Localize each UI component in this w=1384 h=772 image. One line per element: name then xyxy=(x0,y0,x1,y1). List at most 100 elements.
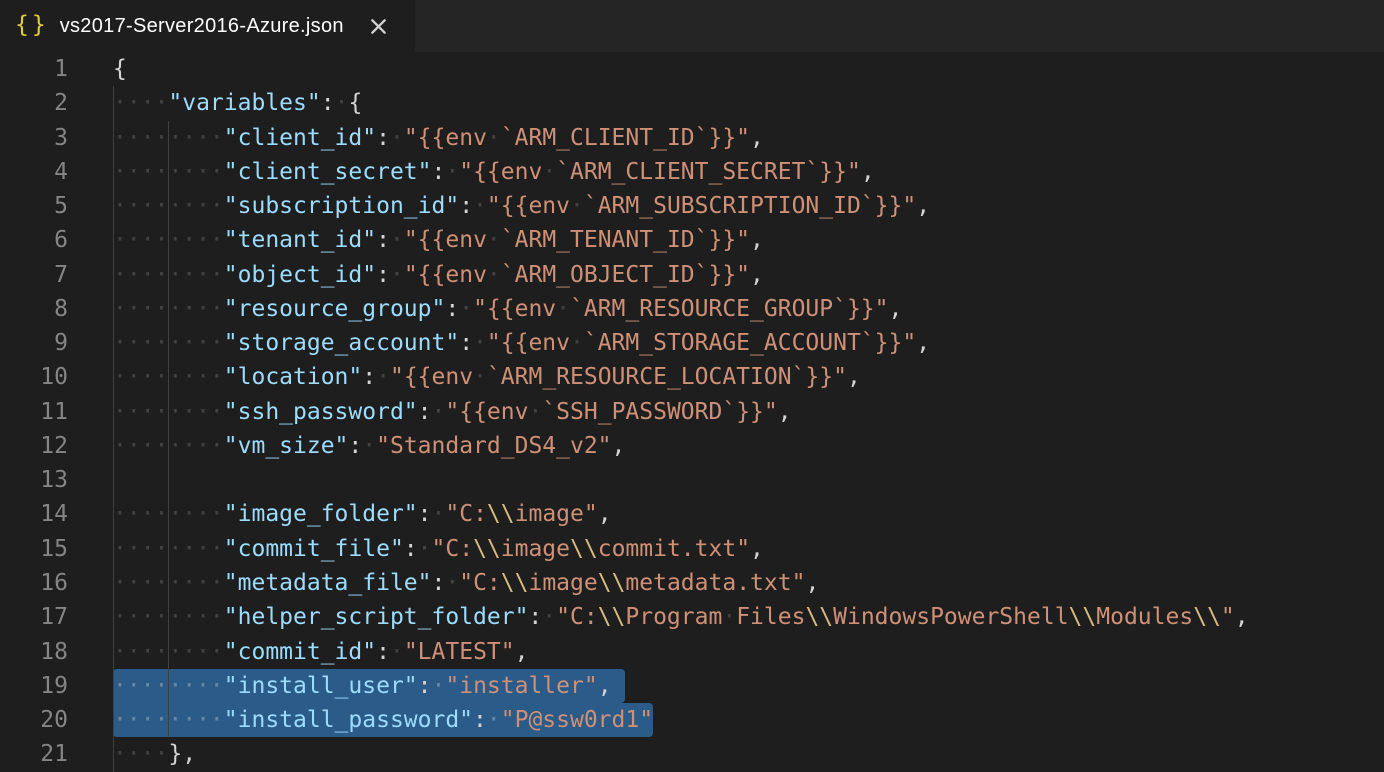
code-token: "metadata_file" xyxy=(224,570,432,596)
code-token: "client_secret" xyxy=(224,159,432,185)
code-line-9[interactable]: 9········"storage_account":·"{{env·`ARM_… xyxy=(0,326,1384,360)
code-text[interactable]: ········"helper_script_folder":·"C:\\Pro… xyxy=(113,600,1249,634)
whitespace-dots: · xyxy=(432,673,446,699)
line-number: 4 xyxy=(0,155,68,189)
code-line-3[interactable]: 3········"client_id":·"{{env·`ARM_CLIENT… xyxy=(0,121,1384,155)
code-token: : xyxy=(418,673,432,699)
code-line-15[interactable]: 15········"commit_file":·"C:\\image\\com… xyxy=(0,532,1384,566)
whitespace-dots: · xyxy=(390,125,404,151)
code-text[interactable]: ········"client_secret":·"{{env·`ARM_CLI… xyxy=(113,155,875,189)
code-token: `ARM_TENANT_ID`}}" xyxy=(501,227,750,253)
code-text[interactable]: ········"resource_group":·"{{env·`ARM_RE… xyxy=(113,292,902,326)
code-token: , xyxy=(598,501,612,527)
whitespace-dots: ········ xyxy=(113,536,224,562)
code-line-1[interactable]: 1{ xyxy=(0,52,1384,86)
code-token: : xyxy=(348,433,362,459)
code-token: "ssh_password" xyxy=(224,399,418,425)
code-text[interactable]: ········"storage_account":·"{{env·`ARM_S… xyxy=(113,326,930,360)
code-text[interactable]: ····}, xyxy=(113,737,196,771)
code-editor[interactable]: 1{2····"variables":·{3········"client_id… xyxy=(0,52,1384,772)
code-text[interactable]: ········"location":·"{{env·`ARM_RESOURCE… xyxy=(113,360,861,394)
code-text[interactable]: { xyxy=(113,52,127,86)
code-text[interactable]: ········"tenant_id":·"{{env·`ARM_TENANT_… xyxy=(113,223,764,257)
code-token: "{{env xyxy=(473,296,556,322)
code-line-10[interactable]: 10········"location":·"{{env·`ARM_RESOUR… xyxy=(0,360,1384,394)
code-token: "helper_script_folder" xyxy=(224,604,529,630)
line-number: 16 xyxy=(0,566,68,600)
whitespace-dots: · xyxy=(445,159,459,185)
code-token: "C: xyxy=(459,570,501,596)
code-token: `SSH_PASSWORD`}}" xyxy=(542,399,777,425)
whitespace-dots: · xyxy=(570,330,584,356)
code-token: \\ xyxy=(487,501,515,527)
whitespace-dots: ········ xyxy=(113,227,224,253)
code-text[interactable]: ········"commit_file":·"C:\\image\\commi… xyxy=(113,532,764,566)
whitespace-dots: · xyxy=(542,159,556,185)
whitespace-dots: ········ xyxy=(113,125,224,151)
code-text[interactable]: ········"image_folder":·"C:\\image", xyxy=(113,497,612,531)
code-token: : xyxy=(432,570,446,596)
code-text[interactable]: ········"ssh_password":·"{{env·`SSH_PASS… xyxy=(113,395,792,429)
whitespace-dots: · xyxy=(487,125,501,151)
code-line-7[interactable]: 7········"object_id":·"{{env·`ARM_OBJECT… xyxy=(0,258,1384,292)
code-token: "C: xyxy=(445,501,487,527)
code-line-12[interactable]: 12········"vm_size":·"Standard_DS4_v2", xyxy=(0,429,1384,463)
code-token: "{{env xyxy=(404,227,487,253)
code-text[interactable]: ········"install_user":·"installer", xyxy=(113,669,612,703)
code-line-21[interactable]: 21 ····}, xyxy=(0,737,1384,771)
code-token: \\ xyxy=(1069,604,1097,630)
code-line-2[interactable]: 2····"variables":·{ xyxy=(0,86,1384,120)
code-token: Files xyxy=(736,604,805,630)
code-token: "installer" xyxy=(445,673,597,699)
code-token: `ARM_RESOURCE_GROUP`}}" xyxy=(570,296,889,322)
code-line-4[interactable]: 4········"client_secret":·"{{env·`ARM_CL… xyxy=(0,155,1384,189)
whitespace-dots: · xyxy=(335,90,349,116)
tab-close-button[interactable] xyxy=(368,15,390,37)
code-text[interactable]: ········"install_password":·"P@ssw0rd1" xyxy=(113,703,653,737)
whitespace-dots: ········ xyxy=(113,570,224,596)
code-token: commit.txt" xyxy=(598,536,750,562)
whitespace-dots: ········ xyxy=(113,399,224,425)
whitespace-dots: · xyxy=(473,364,487,390)
tab-vs2017-server2016-azure-json[interactable]: {} vs2017-Server2016-Azure.json xyxy=(0,0,415,52)
code-token: `ARM_STORAGE_ACCOUNT`}}" xyxy=(584,330,916,356)
code-line-6[interactable]: 6 ········"tenant_id":·"{{env·`ARM_TENANT… xyxy=(0,223,1384,257)
code-line-5[interactable]: 5········"subscription_id":·"{{env·`ARM_… xyxy=(0,189,1384,223)
whitespace-dots: · xyxy=(432,501,446,527)
code-token: "C: xyxy=(432,536,474,562)
code-line-19[interactable]: 19········"install_user":·"installer", xyxy=(0,669,1384,703)
whitespace-dots: · xyxy=(487,227,501,253)
code-line-20[interactable]: 20········"install_password":·"P@ssw0rd1… xyxy=(0,703,1384,737)
code-text[interactable]: ········"client_id":·"{{env·`ARM_CLIENT_… xyxy=(113,121,764,155)
code-token: image xyxy=(501,536,570,562)
code-text[interactable]: ········"vm_size":·"Standard_DS4_v2", xyxy=(113,429,625,463)
code-token: "resource_group" xyxy=(224,296,446,322)
code-text[interactable]: ········"commit_id":·"LATEST", xyxy=(113,635,528,669)
code-line-11[interactable]: 11 ········"ssh_password":·"{{env·`SSH_PA… xyxy=(0,395,1384,429)
code-text[interactable]: ········"object_id":·"{{env·`ARM_OBJECT_… xyxy=(113,258,764,292)
line-number: 1 xyxy=(0,52,68,86)
code-token: metadata.txt" xyxy=(625,570,805,596)
line-number: 11 xyxy=(0,395,68,429)
line-number: 6 xyxy=(0,223,68,257)
code-line-16[interactable]: 16········"metadata_file":·"C:\\image\\m… xyxy=(0,566,1384,600)
code-token: "{{env xyxy=(487,193,570,219)
code-token: image" xyxy=(515,501,598,527)
code-line-14[interactable]: 14········"image_folder":·"C:\\image", xyxy=(0,497,1384,531)
code-line-17[interactable]: 17········"helper_script_folder":·"C:\\P… xyxy=(0,600,1384,634)
code-token: \\ xyxy=(473,536,501,562)
code-token: : xyxy=(459,193,473,219)
code-line-13[interactable]: 13 xyxy=(0,463,1384,497)
code-text[interactable]: ········"subscription_id":·"{{env·`ARM_S… xyxy=(113,189,930,223)
whitespace-dots: · xyxy=(722,604,736,630)
code-token: , xyxy=(750,125,764,151)
whitespace-dots: · xyxy=(445,570,459,596)
code-text[interactable]: ········"metadata_file":·"C:\\image\\met… xyxy=(113,566,819,600)
code-line-8[interactable]: 8········"resource_group":·"{{env·`ARM_R… xyxy=(0,292,1384,326)
code-token: : xyxy=(376,125,390,151)
whitespace-dots: ········ xyxy=(113,604,224,630)
code-line-18[interactable]: 18········"commit_id":·"LATEST", xyxy=(0,635,1384,669)
code-token: Program xyxy=(625,604,722,630)
code-text[interactable]: ····"variables":·{ xyxy=(113,86,362,120)
line-number: 21 xyxy=(0,737,68,771)
